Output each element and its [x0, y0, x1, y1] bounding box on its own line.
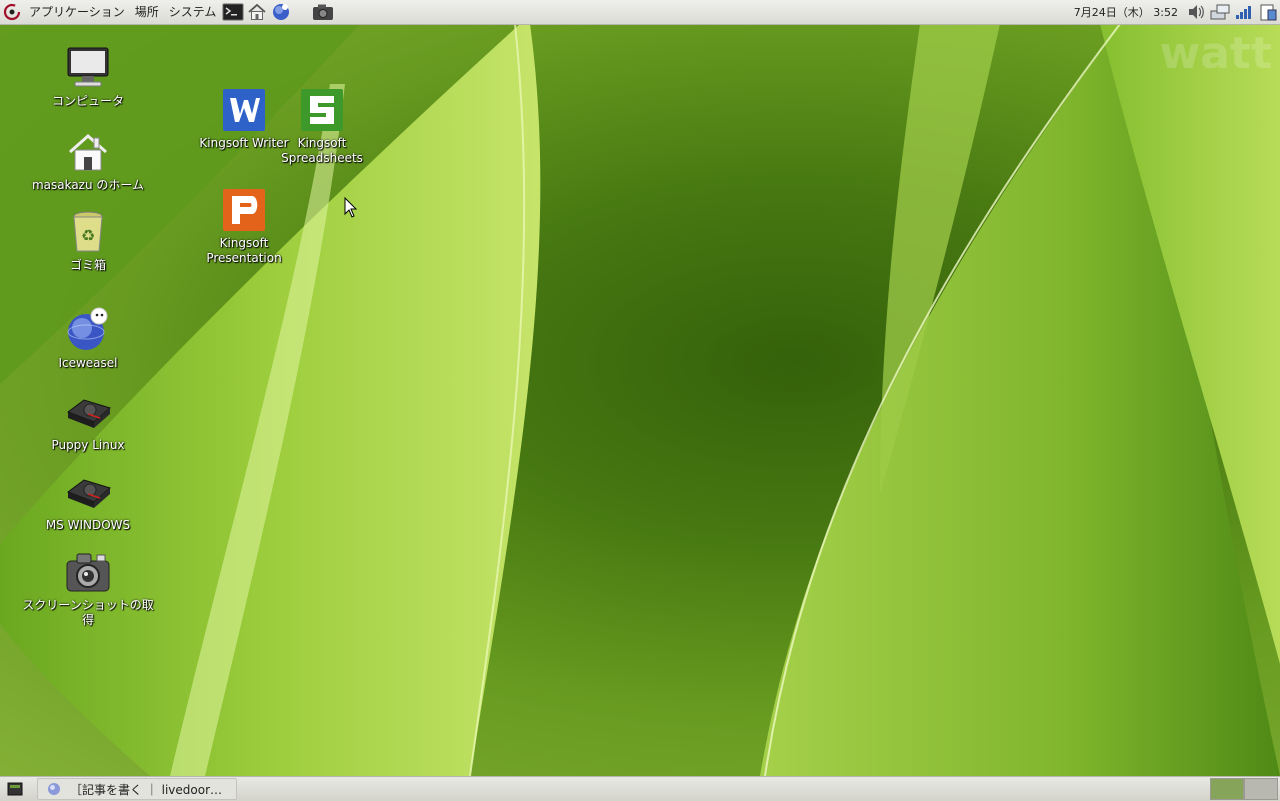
desktop-icon-label: コンピュータ	[51, 94, 124, 108]
kingsoft-spreadsheets-icon	[298, 86, 346, 134]
desktop-icon-label: ゴミ箱	[69, 258, 106, 272]
desktop-icon-label: スクリーンショットの取得	[22, 598, 154, 627]
desktop-icon-label: Puppy Linux	[51, 438, 125, 452]
desktop-icon-label: MS WINDOWS	[45, 518, 131, 532]
desktop-icon-label: Kingsoft Presentation	[206, 236, 282, 265]
wallpaper-watermark: watt	[1159, 28, 1272, 79]
kingsoft-presentation-icon	[220, 186, 268, 234]
bottom-panel: ［記事を書く ｜ livedoor…	[0, 776, 1280, 801]
desktop-icon-label: Iceweasel	[58, 356, 118, 370]
desktop-icon-ms-windows[interactable]: MS WINDOWS	[18, 468, 158, 533]
trash-icon: ♻	[64, 208, 112, 256]
camera-icon	[64, 548, 112, 596]
desktop-icon-puppy-linux[interactable]: Puppy Linux	[18, 388, 158, 453]
taskbar-button-browser[interactable]: ［記事を書く ｜ livedoor…	[37, 778, 237, 800]
signal-icon[interactable]	[1233, 1, 1255, 23]
mouse-pointer-icon	[344, 196, 358, 222]
drive-icon	[64, 388, 112, 436]
home-folder-icon[interactable]	[246, 1, 268, 23]
volume-icon[interactable]	[1185, 1, 1207, 23]
show-desktop-icon[interactable]	[4, 778, 26, 800]
iceweasel-icon[interactable]	[270, 1, 292, 23]
desktop-icon-screenshot[interactable]: スクリーンショットの取得	[18, 548, 158, 628]
system-tray: 7月24日（木） 3:52	[1068, 0, 1280, 24]
desktop-icon-label: masakazu のホーム	[31, 178, 145, 192]
desktop-icon-label: Kingsoft Spreadsheets	[281, 136, 363, 165]
iceweasel-icon	[64, 306, 112, 354]
home-icon	[64, 128, 112, 176]
screenshot-icon[interactable]	[312, 1, 334, 23]
debian-menu-icon[interactable]	[1, 1, 23, 23]
workspace-2[interactable]	[1244, 778, 1278, 800]
iceweasel-icon	[43, 779, 65, 799]
desktop-icon-computer[interactable]: コンピュータ	[18, 44, 158, 109]
drive-icon	[64, 468, 112, 516]
clock[interactable]: 7月24日（木） 3:52	[1068, 4, 1184, 20]
desktop-icon-home[interactable]: masakazu のホーム	[18, 128, 158, 193]
system-menu[interactable]: システム	[164, 0, 222, 24]
taskbar-button-label: ［記事を書く ｜ livedoor…	[70, 782, 223, 797]
computer-icon	[64, 44, 112, 92]
workspace-switcher	[1210, 778, 1278, 800]
terminal-icon[interactable]	[222, 1, 244, 23]
desktop-icon-kingsoft-presentation[interactable]: Kingsoft Presentation	[174, 186, 314, 266]
workspace-1[interactable]	[1210, 778, 1244, 800]
top-panel: アプリケーション 場所 システム 7月24日（木） 3:52	[0, 0, 1280, 25]
clipboard-icon[interactable]	[1257, 1, 1279, 23]
desktop-icon-iceweasel[interactable]: Iceweasel	[18, 306, 158, 371]
desktop-icon-kingsoft-spreadsheets[interactable]: Kingsoft Spreadsheets	[252, 86, 392, 166]
desktop-icon-trash[interactable]: ♻ ゴミ箱	[18, 208, 158, 273]
network-icon[interactable]	[1209, 1, 1231, 23]
places-menu[interactable]: 場所	[130, 0, 164, 24]
applications-menu[interactable]: アプリケーション	[24, 0, 130, 24]
svg-text:♻: ♻	[81, 226, 95, 245]
